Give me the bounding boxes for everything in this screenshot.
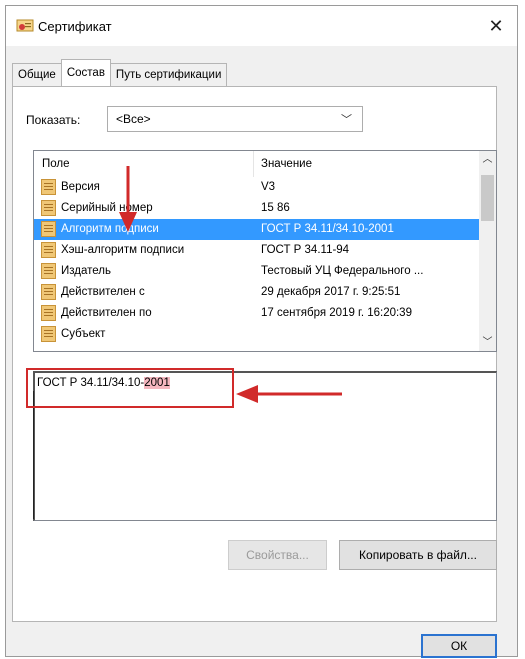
field-icon	[41, 263, 56, 279]
list-header: Поле Значение	[34, 151, 480, 177]
tab-details[interactable]: Состав	[60, 59, 111, 86]
tab-certification-path[interactable]: Путь сертификации	[109, 63, 228, 86]
field-name: Действителен с	[61, 286, 145, 298]
field-name: Издатель	[61, 265, 111, 277]
field-value: V3	[261, 181, 276, 193]
field-row-issuer[interactable]: Издатель Тестовый УЦ Федерального ...	[34, 261, 480, 282]
close-button[interactable]: ✕	[475, 6, 517, 46]
vertical-scrollbar[interactable]: ︿ ﹀	[479, 151, 496, 351]
field-row-valid-from[interactable]: Действителен с 29 декабря 2017 г. 9:25:5…	[34, 282, 480, 303]
field-icon	[41, 284, 56, 300]
scroll-up-icon[interactable]: ︿	[479, 151, 496, 168]
column-header-value[interactable]: Значение	[261, 158, 312, 170]
text-caret	[33, 391, 34, 519]
column-divider[interactable]	[253, 151, 254, 177]
field-value: 17 сентября 2019 г. 16:20:39	[261, 307, 412, 319]
show-label: Показать:	[26, 113, 81, 127]
field-icon	[41, 179, 56, 195]
field-value: ГОСТ Р 34.11-94	[261, 244, 350, 256]
chevron-down-icon: ﹀	[341, 114, 352, 126]
field-icon	[41, 242, 56, 258]
field-name: Хэш-алгоритм подписи	[61, 244, 185, 256]
field-row-valid-to[interactable]: Действителен по 17 сентября 2019 г. 16:2…	[34, 303, 480, 324]
field-value: 29 декабря 2017 г. 9:25:51	[261, 286, 401, 298]
field-icon	[41, 221, 56, 237]
field-row-subject[interactable]: Субъект	[34, 324, 480, 345]
title-bar: Сертификат ✕	[6, 6, 517, 46]
annotation-box	[26, 368, 234, 408]
field-name: Алгоритм подписи	[61, 223, 159, 235]
field-value: ГОСТ Р 34.11/34.10-2001	[261, 223, 394, 235]
field-name: Серийный номер	[61, 202, 153, 214]
show-select-value: <Все>	[116, 112, 151, 126]
scroll-down-icon[interactable]: ﹀	[479, 334, 496, 351]
field-name: Версия	[61, 181, 100, 193]
field-row-version[interactable]: Версия V3	[34, 177, 480, 198]
field-name: Субъект	[61, 328, 106, 340]
field-value: 15 86	[261, 202, 290, 214]
field-row-serial-number[interactable]: Серийный номер 15 86	[34, 198, 480, 219]
field-row-signature-algorithm[interactable]: Алгоритм подписи ГОСТ Р 34.11/34.10-2001	[34, 219, 480, 240]
tab-general[interactable]: Общие	[12, 63, 62, 86]
copy-to-file-button[interactable]: Копировать в файл...	[339, 540, 497, 570]
field-row-hash-algorithm[interactable]: Хэш-алгоритм подписи ГОСТ Р 34.11-94	[34, 240, 480, 261]
fields-list[interactable]: Поле Значение Версия V3 Серийный номер 1…	[33, 150, 497, 352]
window-title: Сертификат	[38, 19, 112, 34]
field-value: Тестовый УЦ Федерального ...	[261, 265, 424, 277]
field-icon	[41, 326, 56, 342]
tab-strip: Общие Состав Путь сертификации	[12, 59, 228, 86]
field-name: Действителен по	[61, 307, 152, 319]
certificate-icon	[16, 18, 34, 34]
field-icon	[41, 305, 56, 321]
ok-button[interactable]: ОК	[421, 634, 497, 658]
show-select[interactable]: <Все> ﹀	[107, 106, 363, 132]
field-icon	[41, 200, 56, 216]
column-header-field[interactable]: Поле	[42, 158, 70, 170]
scroll-thumb[interactable]	[481, 175, 494, 221]
properties-button[interactable]: Свойства...	[228, 540, 327, 570]
